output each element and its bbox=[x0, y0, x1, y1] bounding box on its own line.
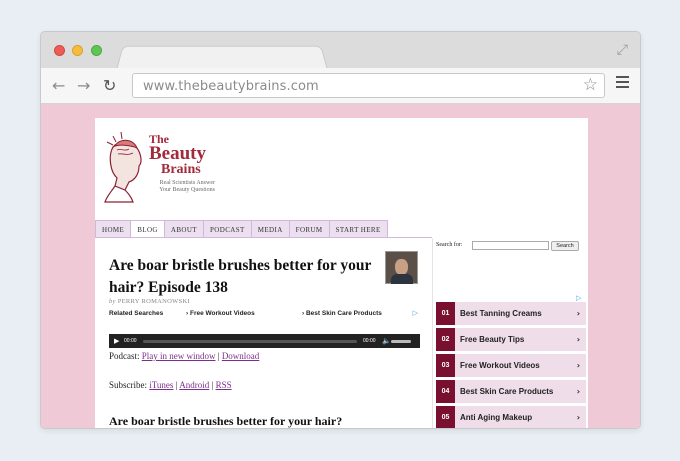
sponsored-link[interactable]: 01 Best Tanning Creams › bbox=[436, 302, 586, 325]
chevron-right-icon: › bbox=[576, 361, 580, 370]
minimize-window-button[interactable] bbox=[72, 45, 83, 56]
chevron-right-icon: › bbox=[576, 387, 580, 396]
sponsored-link[interactable]: 04 Best Skin Care Products › bbox=[436, 380, 586, 403]
subscribe-links: Subscribe: iTunes | Android | RSS bbox=[109, 380, 232, 390]
current-time: 00:00 bbox=[124, 338, 137, 344]
seek-bar[interactable] bbox=[143, 340, 357, 343]
sponsored-link-label[interactable]: Best Tanning Creams bbox=[460, 302, 542, 325]
download-link[interactable]: Download bbox=[222, 351, 260, 361]
browser-window: ⤢ ← → ↻ www.thebeautybrains.com ☆ The Be… bbox=[40, 31, 641, 429]
volume-slider[interactable] bbox=[391, 340, 411, 343]
chevron-right-icon: › bbox=[576, 413, 580, 422]
search-button[interactable]: Search bbox=[551, 241, 579, 251]
itunes-link[interactable]: iTunes bbox=[149, 380, 173, 390]
browser-toolbar: ← → ↻ www.thebeautybrains.com ☆ bbox=[41, 68, 640, 104]
search-label: Search for: bbox=[436, 242, 463, 248]
main-nav: HOME BLOG ABOUT PODCAST MEDIA FORUM STAR… bbox=[95, 220, 388, 238]
sponsored-link-number: 03 bbox=[436, 354, 455, 377]
podcast-separator: | bbox=[217, 351, 220, 361]
page-content: The Beauty Brains Real Scientists Answer… bbox=[95, 118, 588, 428]
nav-divider bbox=[95, 237, 432, 238]
related-search-link-1-text[interactable]: Free Workout Videos bbox=[190, 310, 255, 317]
subscribe-label: Subscribe: bbox=[109, 380, 147, 390]
audio-player: ▶ 00:00 00:00 🔈 bbox=[109, 334, 420, 348]
nav-item-podcast[interactable]: PODCAST bbox=[204, 220, 252, 238]
post-title[interactable]: Are boar bristle brushes better for your… bbox=[109, 255, 379, 299]
nav-item-home[interactable]: HOME bbox=[95, 220, 132, 238]
sidebar-divider bbox=[432, 238, 433, 428]
url-text[interactable]: www.thebeautybrains.com bbox=[143, 79, 319, 94]
logo-tagline-line-2: Your Beauty Questions bbox=[159, 187, 215, 193]
sponsored-link[interactable]: 03 Free Workout Videos › bbox=[436, 354, 586, 377]
chevron-right-icon: › bbox=[576, 335, 580, 344]
android-link[interactable]: Android bbox=[179, 380, 209, 390]
site-logo[interactable]: The Beauty Brains Real Scientists Answer… bbox=[103, 126, 218, 204]
related-search-link-2-text[interactable]: Best Skin Care Products bbox=[306, 310, 382, 317]
sponsored-links: 01 Best Tanning Creams › 02 Free Beauty … bbox=[436, 302, 586, 428]
nav-item-about[interactable]: ABOUT bbox=[164, 220, 204, 238]
menu-icon[interactable] bbox=[616, 76, 629, 91]
search-input[interactable] bbox=[472, 241, 549, 250]
forward-arrow-icon[interactable]: → bbox=[77, 76, 90, 95]
zoom-window-button[interactable] bbox=[91, 45, 102, 56]
brain-head-icon bbox=[104, 131, 142, 203]
sponsored-link-label[interactable]: Best Skin Care Products bbox=[460, 380, 553, 403]
rss-link[interactable]: RSS bbox=[216, 380, 232, 390]
nav-item-media[interactable]: MEDIA bbox=[251, 220, 290, 238]
adchoices-icon[interactable]: ▷ bbox=[413, 309, 418, 317]
byline-prefix: by bbox=[109, 298, 116, 305]
sponsored-link-number: 01 bbox=[436, 302, 455, 325]
nav-item-blog[interactable]: BLOG bbox=[131, 220, 165, 238]
fullscreen-icon[interactable]: ⤢ bbox=[617, 42, 628, 58]
page-viewport: The Beauty Brains Real Scientists Answer… bbox=[41, 104, 640, 428]
adchoices-icon[interactable]: ▷ bbox=[576, 294, 581, 302]
title-bar: ⤢ bbox=[41, 32, 640, 70]
back-arrow-icon[interactable]: ← bbox=[52, 76, 65, 95]
sponsored-link-label[interactable]: Anti Aging Makeup bbox=[460, 406, 532, 428]
chevron-right-icon: › bbox=[576, 309, 580, 318]
author-name[interactable]: PERRY ROMANOWSKI bbox=[118, 298, 190, 305]
author-avatar bbox=[385, 251, 418, 284]
related-searches-label: Related Searches bbox=[109, 310, 164, 317]
sponsored-link-number: 02 bbox=[436, 328, 455, 351]
play-icon[interactable]: ▶ bbox=[114, 337, 119, 345]
volume-icon[interactable]: 🔈 bbox=[382, 337, 391, 345]
close-window-button[interactable] bbox=[54, 45, 65, 56]
play-in-new-window-link[interactable]: Play in new window bbox=[142, 351, 216, 361]
post-subheading: Are boar bristle brushes better for your… bbox=[109, 414, 343, 428]
logo-tagline-line-1: Real Scientists Answer bbox=[159, 180, 215, 186]
browser-tab[interactable] bbox=[116, 45, 328, 70]
nav-item-start-here[interactable]: START HERE bbox=[329, 220, 388, 238]
address-bar[interactable]: www.thebeautybrains.com ☆ bbox=[132, 73, 605, 98]
related-search-link-2[interactable]: › Best Skin Care Products bbox=[302, 310, 382, 317]
logo-tagline: Real Scientists Answer Your Beauty Quest… bbox=[145, 180, 215, 194]
nav-item-forum[interactable]: FORUM bbox=[289, 220, 330, 238]
total-time: 00:00 bbox=[363, 338, 376, 344]
podcast-links: Podcast: Play in new window | Download bbox=[109, 351, 259, 361]
sponsored-link-number: 05 bbox=[436, 406, 455, 428]
post-byline: by PERRY ROMANOWSKI bbox=[109, 298, 190, 305]
sponsored-link-number: 04 bbox=[436, 380, 455, 403]
related-searches: Related Searches › Free Workout Videos ›… bbox=[109, 310, 420, 320]
sponsored-link[interactable]: 02 Free Beauty Tips › bbox=[436, 328, 586, 351]
reload-icon[interactable]: ↻ bbox=[103, 76, 116, 95]
bookmark-star-icon[interactable]: ☆ bbox=[583, 75, 598, 95]
sponsored-link[interactable]: 05 Anti Aging Makeup › bbox=[436, 406, 586, 428]
sponsored-link-label[interactable]: Free Workout Videos bbox=[460, 354, 540, 377]
logo-text-brains: Brains bbox=[161, 162, 201, 177]
podcast-label: Podcast: bbox=[109, 351, 140, 361]
sponsored-link-label[interactable]: Free Beauty Tips bbox=[460, 328, 524, 351]
related-search-link-1[interactable]: › Free Workout Videos bbox=[186, 310, 255, 317]
